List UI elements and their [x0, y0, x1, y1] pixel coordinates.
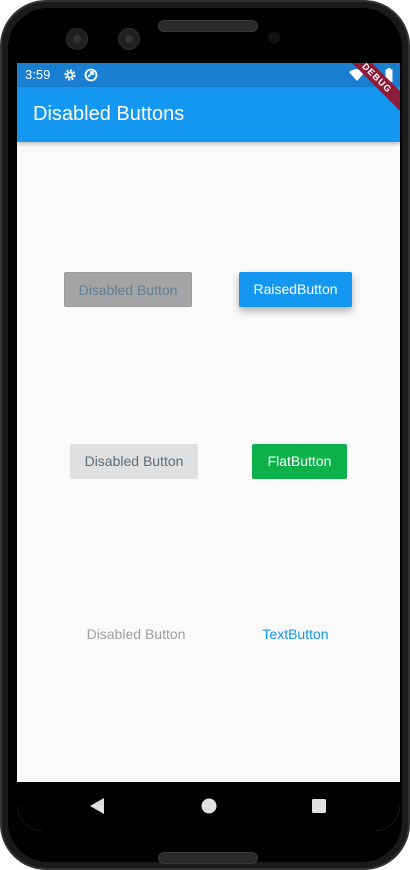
sensor-icon	[268, 32, 280, 44]
status-time: 3:59	[25, 67, 51, 82]
disabled-text-button[interactable]: Disabled Button	[80, 624, 192, 644]
navigation-bar	[17, 782, 400, 831]
disabled-raised-button[interactable]: Disabled Button	[64, 272, 192, 307]
status-bar: 3:59	[17, 63, 400, 87]
bottom-speaker	[158, 852, 258, 864]
front-camera-icon	[66, 28, 88, 50]
recents-icon[interactable]	[312, 799, 326, 813]
back-icon[interactable]	[90, 798, 104, 814]
top-speaker	[158, 20, 258, 32]
page-title: Disabled Buttons	[33, 103, 185, 125]
sync-icon	[84, 68, 98, 82]
screen: 3:59 Disabled Buttons DEBUG Disabled But…	[17, 63, 400, 831]
phone-frame: 3:59 Disabled Buttons DEBUG Disabled But…	[0, 0, 410, 870]
disabled-flat-button[interactable]: Disabled Button	[70, 444, 198, 479]
gear-icon	[64, 69, 76, 81]
home-icon[interactable]	[201, 798, 217, 814]
app-bar: Disabled Buttons	[17, 87, 400, 142]
flat-button[interactable]: FlatButton	[252, 444, 347, 479]
front-camera-icon	[118, 28, 140, 50]
text-button[interactable]: TextButton	[253, 624, 338, 644]
raised-button[interactable]: RaisedButton	[239, 272, 352, 307]
